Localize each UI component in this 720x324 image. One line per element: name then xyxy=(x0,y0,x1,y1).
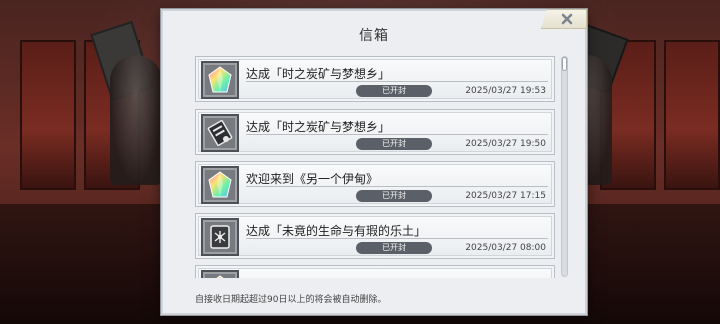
spellbook-icon xyxy=(201,218,239,256)
mail-item[interactable]: 欢迎来到《另一个伊甸》 已开封 2025/03/27 17:15 xyxy=(195,161,555,207)
mailbox-dialog: 信箱 达成「时之炭矿与梦想乡」 已开封 2025/03/27 19:53 达成「… xyxy=(161,9,587,315)
dialog-title: 信箱 xyxy=(359,28,389,44)
mail-divider xyxy=(246,186,548,187)
mail-list-scrollbar[interactable] xyxy=(561,56,568,277)
mail-status-badge: 已开封 xyxy=(356,242,432,254)
mail-divider xyxy=(246,134,548,135)
rainbow-crystal-icon xyxy=(201,270,239,278)
mail-item[interactable]: 达成「时之炭矿与梦想乡」 已开封 2025/03/27 19:50 xyxy=(195,109,555,155)
close-button[interactable] xyxy=(541,9,587,29)
ticket-scroll-icon xyxy=(201,114,239,152)
mail-date: 2025/03/27 19:50 xyxy=(465,139,546,149)
mail-date: 2025/03/27 17:15 xyxy=(465,191,546,201)
mail-status-badge: 已开封 xyxy=(356,138,432,150)
background-door-panel xyxy=(664,40,720,190)
background-door-panel xyxy=(20,40,76,190)
mail-title: 欢迎来到《另一个伊甸》 xyxy=(246,172,379,186)
mail-item[interactable]: 达成「未竟的生命与有瑕的乐土」 已开封 2025/03/27 08:00 xyxy=(195,213,555,259)
background-statue xyxy=(110,55,162,185)
mail-status-badge: 已开封 xyxy=(356,190,432,202)
mail-list[interactable]: 达成「时之炭矿与梦想乡」 已开封 2025/03/27 19:53 达成「时之炭… xyxy=(195,56,555,278)
mail-date: 2025/03/27 19:53 xyxy=(465,86,546,96)
mail-item[interactable] xyxy=(195,265,555,278)
rainbow-crystal-icon xyxy=(201,61,239,99)
auto-delete-notice: 自接收日期起超过90日以上的将会被自动删除。 xyxy=(195,295,387,305)
mail-item[interactable]: 达成「时之炭矿与梦想乡」 已开封 2025/03/27 19:53 xyxy=(195,56,555,102)
mail-title: 达成「时之炭矿与梦想乡」 xyxy=(246,67,391,81)
mail-status-badge: 已开封 xyxy=(356,85,432,97)
close-icon xyxy=(561,13,573,25)
mail-divider xyxy=(246,238,548,239)
rainbow-crystal-icon xyxy=(201,166,239,204)
mail-title: 达成「时之炭矿与梦想乡」 xyxy=(246,120,391,134)
mail-title: 达成「未竟的生命与有瑕的乐土」 xyxy=(246,224,427,238)
scrollbar-thumb[interactable] xyxy=(562,57,567,71)
mail-divider xyxy=(246,81,548,82)
mail-date: 2025/03/27 08:00 xyxy=(465,243,546,253)
